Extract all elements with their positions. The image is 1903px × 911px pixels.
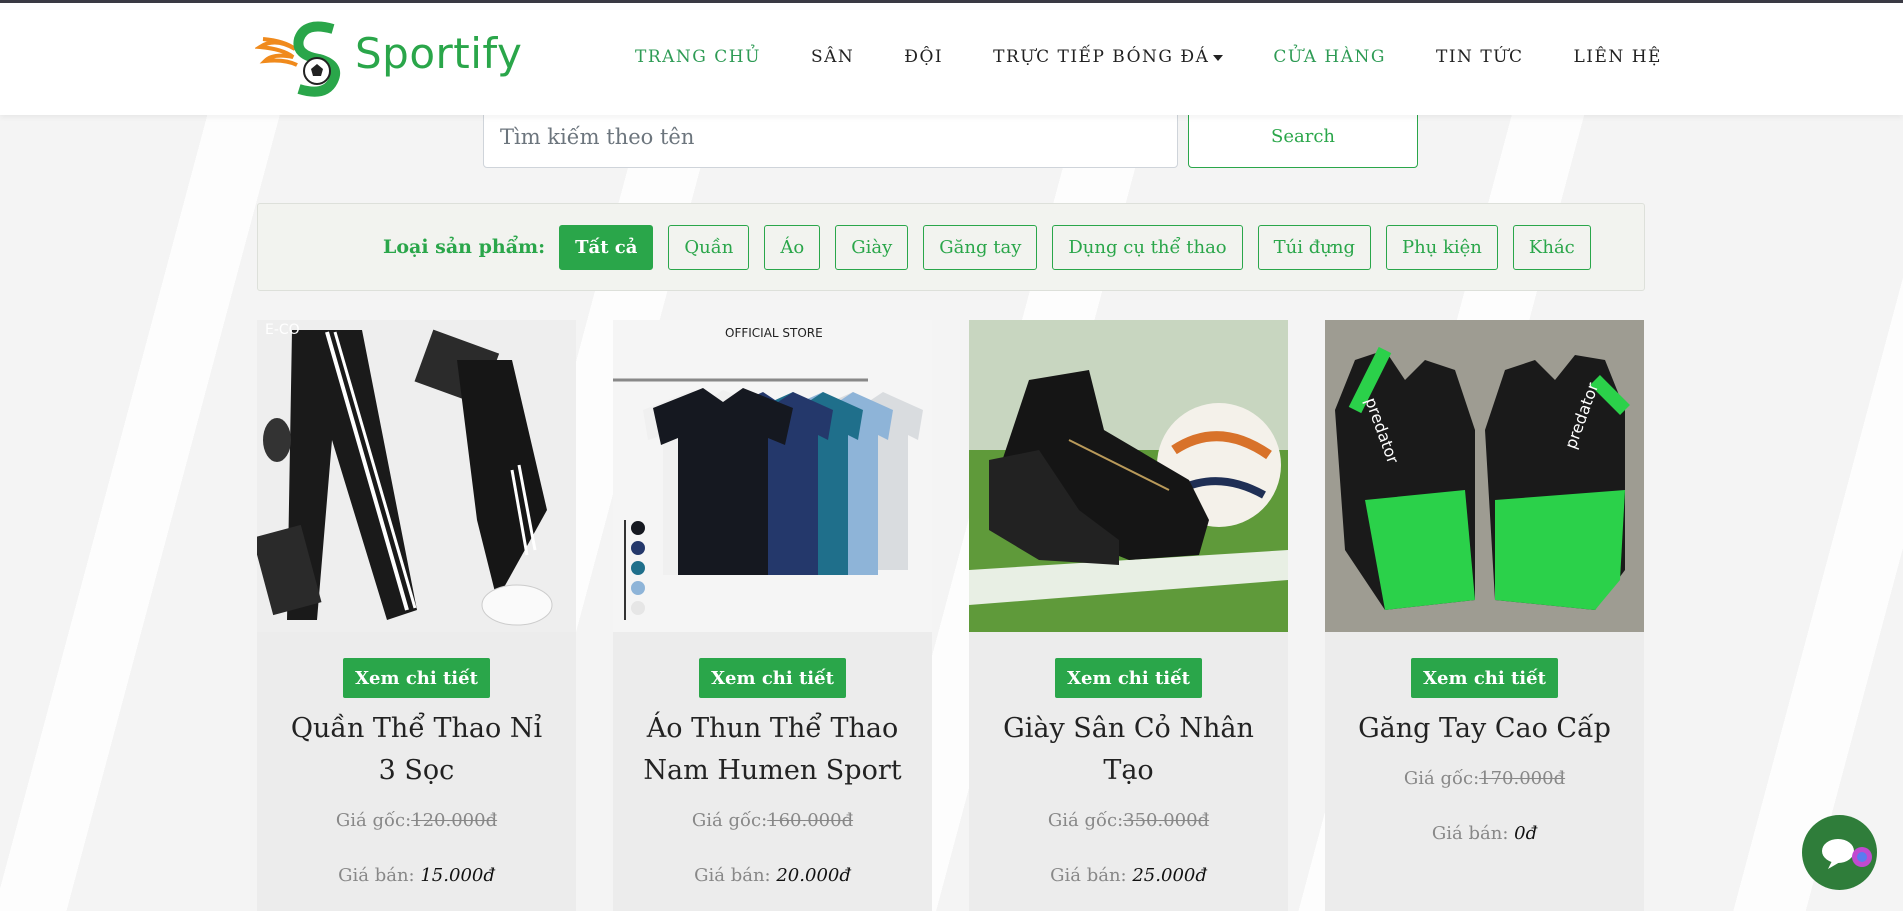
product-title: Găng Tay Cao Cấp xyxy=(1358,713,1611,744)
view-detail-button[interactable]: Xem chi tiết xyxy=(699,658,846,698)
sale-price: Giá bán: 0đ xyxy=(1325,823,1644,844)
pants-icon xyxy=(257,320,576,632)
main-nav: TRANG CHỦ SÂN ĐỘI TRỰC TIẾP BÓNG ĐÁ CỬA … xyxy=(635,47,1712,67)
original-price: Giá gốc:120.000đ xyxy=(257,810,576,831)
nav-shop[interactable]: CỬA HÀNG xyxy=(1273,47,1386,67)
nav-contact[interactable]: LIÊN HỆ xyxy=(1574,47,1662,67)
sale-price-label: Giá bán: xyxy=(1431,823,1509,844)
sale-price-value: 25.000đ xyxy=(1132,865,1207,886)
brand-name: Sportify xyxy=(355,29,523,78)
site-header: Sportify TRANG CHỦ SÂN ĐỘI TRỰC TIẾP BÓN… xyxy=(0,3,1903,115)
product-image[interactable]: predator predator xyxy=(1325,320,1644,632)
original-price: Giá gốc:160.000đ xyxy=(613,810,932,831)
product-image[interactable] xyxy=(969,320,1288,632)
nav-live-football-label: TRỰC TIẾP BÓNG ĐÁ xyxy=(993,47,1210,67)
goalkeeper-glove-icon: predator predator xyxy=(1325,320,1644,632)
original-price-value: 350.000đ xyxy=(1123,810,1210,831)
sale-price: Giá bán: 20.000đ xyxy=(613,865,932,886)
sale-price: Giá bán: 25.000đ xyxy=(969,865,1288,886)
filter-chip-equipment[interactable]: Dụng cụ thể thao xyxy=(1052,224,1243,270)
sale-price-label: Giá bán: xyxy=(694,865,771,886)
caret-down-icon xyxy=(1213,54,1224,61)
sale-price-value: 0đ xyxy=(1514,823,1538,844)
football-boot-icon xyxy=(969,320,1288,632)
filter-chip-other[interactable]: Khác xyxy=(1512,224,1591,270)
original-price-value: 170.000đ xyxy=(1479,768,1566,789)
nav-home[interactable]: TRANG CHỦ xyxy=(635,47,761,67)
nav-live-football[interactable]: TRỰC TIẾP BÓNG ĐÁ xyxy=(993,47,1224,67)
filter-chip-all[interactable]: Tất cả xyxy=(559,224,654,270)
sale-price: Giá bán: 15.000đ xyxy=(257,865,576,886)
filter-chip-shirts[interactable]: Áo xyxy=(764,224,821,270)
sale-price-value: 15.000đ xyxy=(420,865,495,886)
window-top-border xyxy=(0,0,1903,3)
original-price-label: Giá gốc: xyxy=(1047,810,1124,831)
product-title: Giày Sân Cỏ Nhân Tạo xyxy=(1003,713,1254,786)
original-price-value: 120.000đ xyxy=(411,810,498,831)
product-title: Áo Thun Thể Thao Nam Humen Sport xyxy=(643,713,902,786)
filter-chip-accessories[interactable]: Phụ kiện xyxy=(1385,224,1498,270)
filter-chip-bags[interactable]: Túi đựng xyxy=(1257,224,1371,270)
original-price: Giá gốc:350.000đ xyxy=(969,810,1288,831)
chat-widget-button[interactable] xyxy=(1802,815,1877,890)
product-image[interactable]: OFFICIAL STORE xyxy=(613,320,932,632)
product-card: predator predator Xem chi tiết Găng Tay … xyxy=(1325,320,1644,911)
nav-news[interactable]: TIN TỨC xyxy=(1436,47,1524,67)
view-detail-button[interactable]: Xem chi tiết xyxy=(1055,658,1202,698)
chat-icon xyxy=(1822,839,1872,869)
product-card: OFFICIAL STORE Xem chi tiết Áo Thun Thể … xyxy=(613,320,932,911)
sportify-logo-icon xyxy=(254,21,341,97)
filter-chip-gloves[interactable]: Găng tay xyxy=(923,224,1038,270)
nav-teams[interactable]: ĐỘI xyxy=(904,47,943,67)
tshirt-icon xyxy=(613,320,932,632)
store-label: OFFICIAL STORE xyxy=(725,326,823,340)
product-card: E-CO Xem chi tiết Quần Thể Thao Nỉ 3 Sọc… xyxy=(257,320,576,911)
brand-logo[interactable]: Sportify xyxy=(254,19,522,99)
product-card: Xem chi tiết Giày Sân Cỏ Nhân Tạo Giá gố… xyxy=(969,320,1288,911)
sale-price-label: Giá bán: xyxy=(338,865,415,886)
product-grid: E-CO Xem chi tiết Quần Thể Thao Nỉ 3 Sọc… xyxy=(257,320,1644,911)
original-price-value: 160.000đ xyxy=(767,810,854,831)
filter-label: Loại sản phẩm: xyxy=(383,236,546,258)
original-price: Giá gốc:170.000đ xyxy=(1325,768,1644,789)
view-detail-button[interactable]: Xem chi tiết xyxy=(1411,658,1558,698)
sale-price-label: Giá bán: xyxy=(1050,865,1127,886)
original-price-label: Giá gốc: xyxy=(1403,768,1480,789)
image-watermark: E-CO xyxy=(265,322,300,338)
sale-price-value: 20.000đ xyxy=(776,865,851,886)
original-price-label: Giá gốc: xyxy=(691,810,768,831)
product-image[interactable]: E-CO xyxy=(257,320,576,632)
nav-fields[interactable]: SÂN xyxy=(811,47,854,67)
view-detail-button[interactable]: Xem chi tiết xyxy=(343,658,490,698)
product-title: Quần Thể Thao Nỉ 3 Sọc xyxy=(290,713,543,786)
category-filter-bar: Loại sản phẩm: Tất cả Quần Áo Giày Găng … xyxy=(257,203,1645,291)
filter-chip-pants[interactable]: Quần xyxy=(668,224,750,270)
filter-chip-shoes[interactable]: Giày xyxy=(835,224,909,270)
original-price-label: Giá gốc: xyxy=(335,810,412,831)
